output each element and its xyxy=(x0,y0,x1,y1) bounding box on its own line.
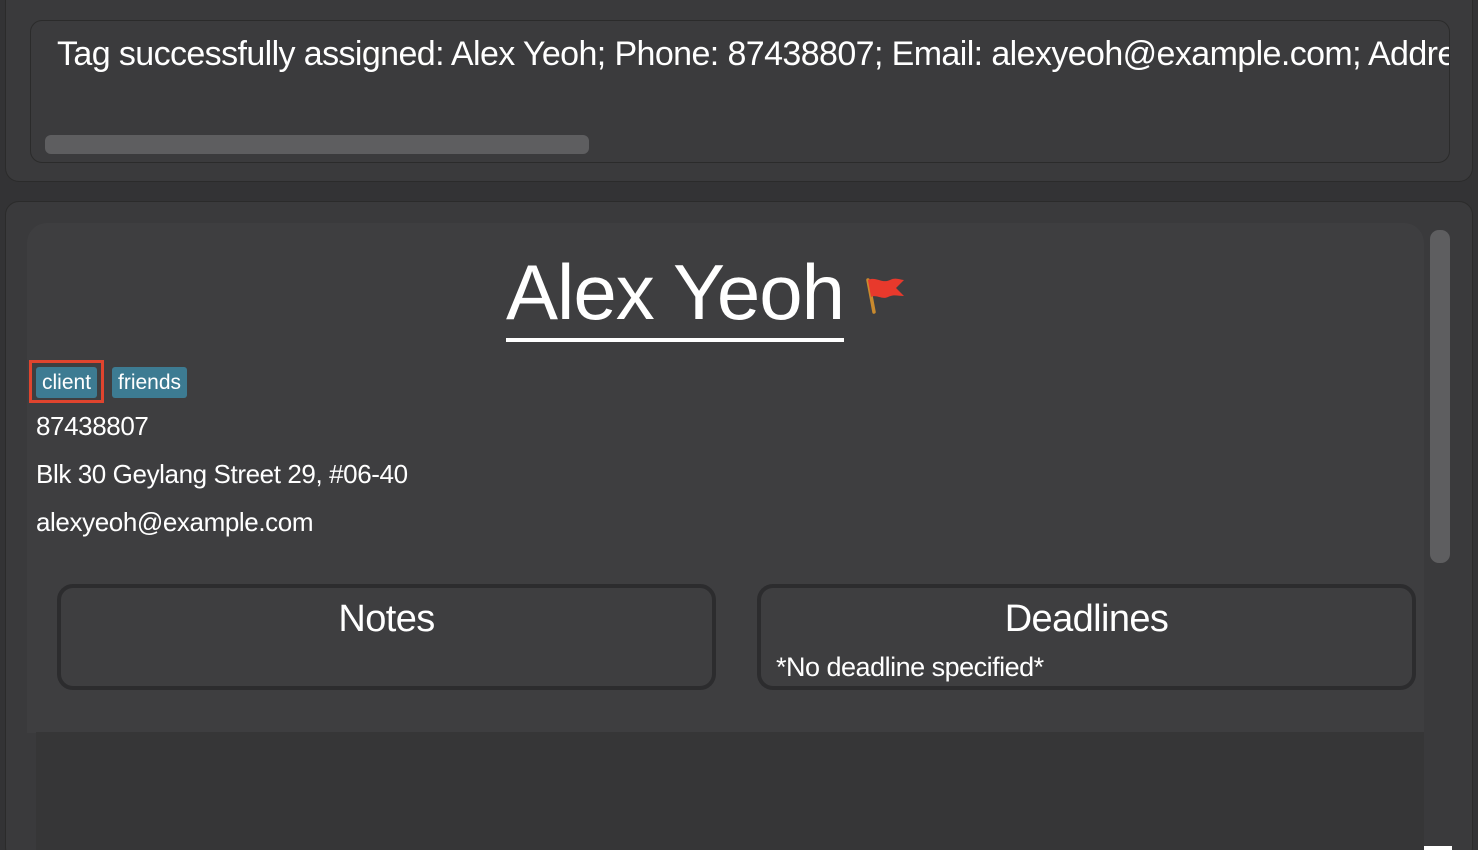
deadline-empty-text: *No deadline specified* xyxy=(776,652,1044,682)
notes-title: Notes xyxy=(338,598,435,640)
red-flag-icon xyxy=(866,278,904,314)
deadlines-panel: Deadlines *No deadline specified* xyxy=(757,584,1416,690)
person-email: alexyeoh@example.com xyxy=(36,507,314,537)
deadlines-title: Deadlines xyxy=(1004,598,1169,640)
result-horizontal-scrollbar[interactable] xyxy=(45,135,589,154)
result-message: Tag successfully assigned: Alex Yeoh; Ph… xyxy=(57,35,1450,73)
app-window: Tag successfully assigned: Alex Yeoh; Ph… xyxy=(0,0,1478,850)
tag-friends: friends xyxy=(112,367,188,398)
notes-panel: Notes xyxy=(57,584,716,690)
corner-mark xyxy=(1424,846,1452,850)
result-display-box[interactable]: Tag successfully assigned: Alex Yeoh; Ph… xyxy=(30,20,1450,163)
person-name: Alex Yeoh xyxy=(506,246,845,342)
person-phone: 87438807 xyxy=(36,411,149,441)
person-list-vertical-scrollbar[interactable] xyxy=(1430,230,1450,563)
person-address: Blk 30 Geylang Street 29, #06-40 xyxy=(36,459,408,489)
person-list-empty-area xyxy=(36,732,1424,850)
tag-client: client xyxy=(36,367,98,398)
